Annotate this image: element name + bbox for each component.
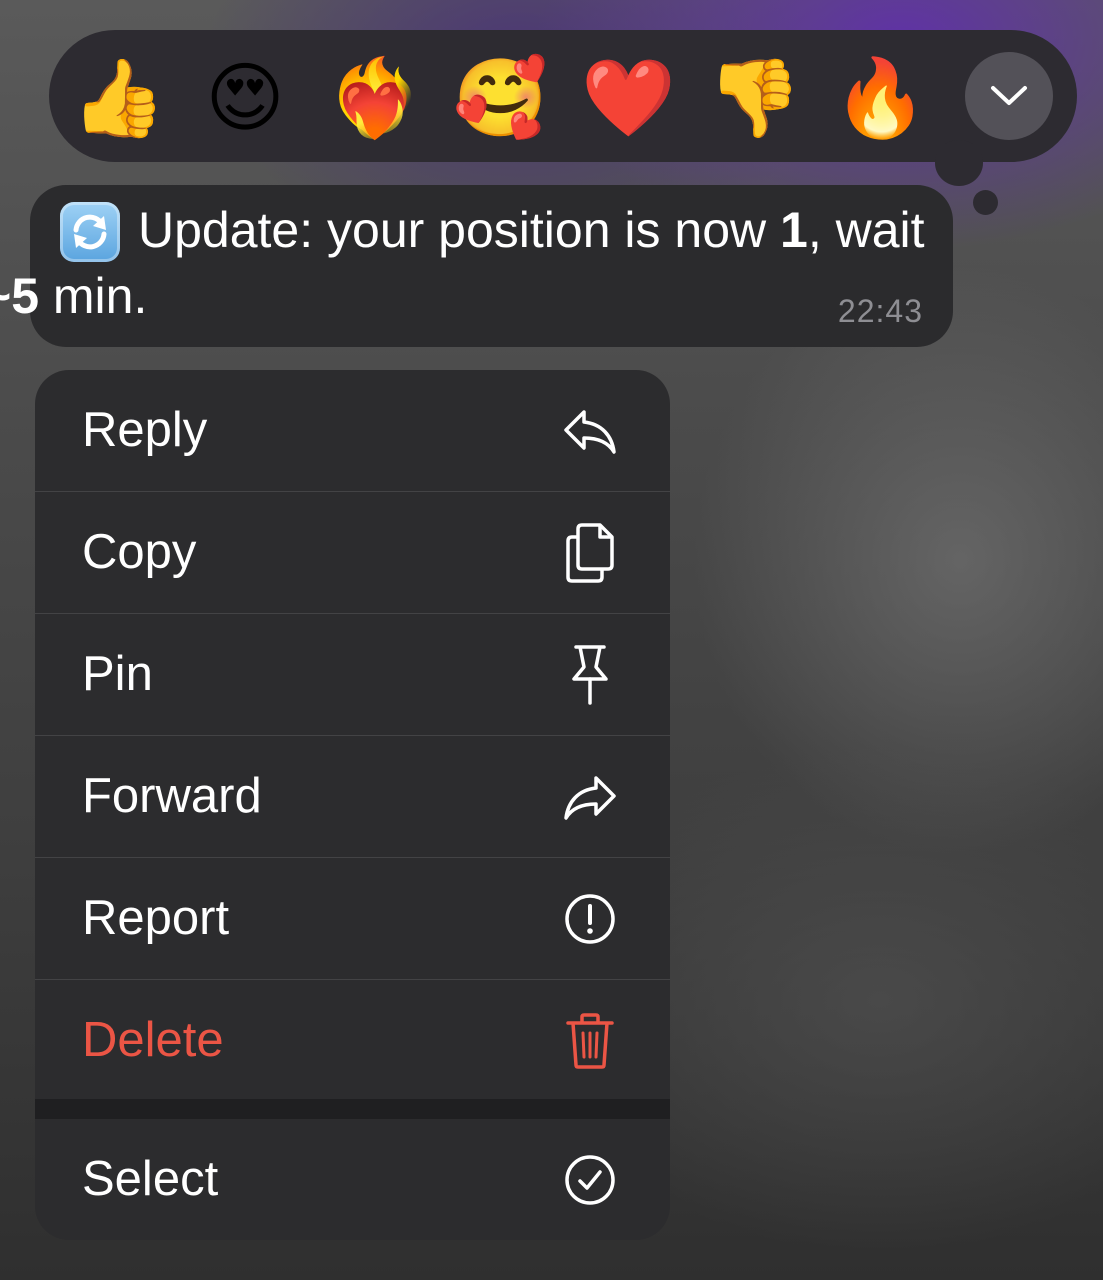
reaction-fire[interactable]: 🔥 — [833, 52, 928, 144]
checkmark-circle-icon — [555, 1145, 625, 1215]
exclamation-circle-icon — [555, 884, 625, 954]
reaction-thumbs-down[interactable]: 👎 — [707, 52, 802, 144]
trash-icon — [555, 1006, 625, 1076]
menu-item-label: Delete — [82, 1013, 224, 1067]
context-menu: Reply Copy Pin Forward Report Delete Sel… — [35, 370, 670, 1240]
reaction-smiling-with-hearts[interactable]: 🥰 — [453, 52, 548, 144]
reaction-red-heart[interactable]: ❤️ — [581, 52, 676, 144]
menu-item-select[interactable]: Select — [35, 1119, 670, 1240]
menu-item-reply[interactable]: Reply — [35, 370, 670, 491]
message-text: Update: your position is now 1, wait ~5 … — [0, 197, 930, 329]
menu-item-label: Select — [82, 1152, 219, 1206]
queue-position: 1 — [780, 202, 808, 258]
menu-item-report[interactable]: Report — [35, 858, 670, 979]
reaction-thumbs-up[interactable]: 👍 — [71, 52, 166, 144]
reaction-heart-eyes[interactable]: 😍 — [199, 52, 291, 144]
menu-item-delete[interactable]: Delete — [35, 980, 670, 1101]
menu-item-pin[interactable]: Pin — [35, 614, 670, 735]
menu-item-label: Reply — [82, 403, 208, 457]
menu-item-forward[interactable]: Forward — [35, 736, 670, 857]
chevron-down-icon — [991, 86, 1027, 105]
reaction-bubble-tail-small — [973, 190, 998, 215]
menu-group-separator — [35, 1099, 670, 1119]
forward-icon — [555, 762, 625, 832]
message-timestamp: 22:43 — [837, 293, 923, 329]
menu-item-copy[interactable]: Copy — [35, 492, 670, 613]
menu-item-label: Copy — [82, 525, 197, 579]
expand-reactions-button[interactable] — [965, 52, 1053, 140]
menu-item-label: Forward — [82, 769, 262, 823]
reaction-bubble-tail — [935, 140, 983, 186]
pin-icon — [555, 640, 625, 710]
reply-icon — [555, 396, 625, 466]
menu-item-label: Report — [82, 891, 230, 945]
reaction-bar: 👍 😍 ❤️‍🔥 🥰 ❤️ 👎 🔥 — [49, 30, 1077, 162]
menu-item-label: Pin — [82, 647, 153, 701]
wait-time: ~5 — [0, 268, 40, 324]
copy-icon — [555, 518, 625, 588]
message-bubble[interactable]: Update: your position is now 1, wait ~5 … — [0, 185, 953, 347]
reaction-heart-on-fire[interactable]: ❤️‍🔥 — [327, 52, 422, 144]
